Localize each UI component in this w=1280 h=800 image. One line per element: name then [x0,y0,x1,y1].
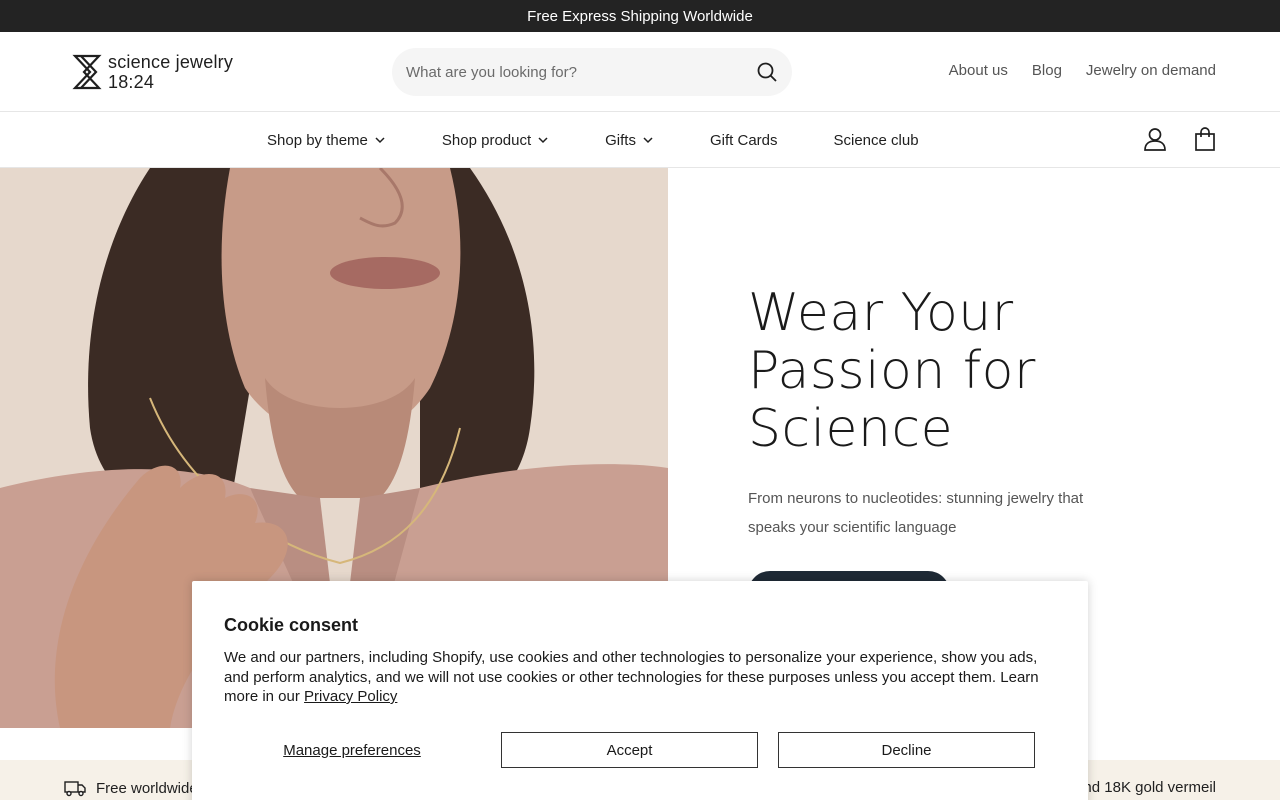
logo-line-2: 18:24 [108,72,155,92]
cookie-title: Cookie consent [224,615,359,635]
account-icon[interactable] [1142,126,1168,152]
nav-item-label: Gifts [605,131,636,149]
privacy-policy-link[interactable]: Privacy Policy [304,688,397,705]
announcement-bar: Free Express Shipping Worldwide [0,0,1280,32]
chevron-down-icon [538,137,548,144]
nav-item-gifts[interactable]: Gifts [605,132,654,149]
truck-icon [64,781,86,797]
nav-items: Shop by theme Shop product Gifts Gift Ca… [267,112,975,168]
benefit-material-text: nd 18K gold vermeil [1083,779,1216,796]
benefit-shipping: Free worldwide [64,779,198,797]
hero-title-line-1: Wear Your [748,283,1014,343]
cart-icon[interactable] [1192,126,1218,152]
search-icon[interactable] [756,61,778,83]
cookie-actions: Manage preferences Accept Decline [224,732,1036,768]
search-bar [392,48,792,96]
nav-item-shop-by-theme[interactable]: Shop by theme [267,132,386,149]
cookie-body: We and our partners, including Shopify, … [224,648,1054,707]
logo-text: science jewelry 18:24 [108,52,233,92]
nav-icons [1142,126,1218,152]
nav-item-label: Science club [833,131,919,149]
nav-item-science-club[interactable]: Science club [834,132,919,149]
nav-item-gift-cards[interactable]: Gift Cards [710,132,778,149]
nav-item-label: Gift Cards [709,131,778,149]
search-input[interactable] [406,48,746,96]
nav-item-label: Shop product [441,131,532,149]
jewelry-on-demand-link[interactable]: Jewelry on demand [1086,62,1216,79]
cookie-consent-dialog: Cookie consent We and our partners, incl… [192,581,1088,800]
announcement-text: Free Express Shipping Worldwide [527,7,753,25]
hero-subtitle: From neurons to nucleotides: stunning je… [748,490,1084,536]
logo-line-1: science jewelry [108,52,234,72]
header-links: About us Blog Jewelry on demand [949,62,1216,79]
accept-button[interactable]: Accept [501,732,758,768]
hero-title-highlight: Science [743,399,958,460]
manage-preferences-button[interactable]: Manage preferences [224,732,480,768]
blog-link[interactable]: Blog [1032,62,1062,79]
hero-text: Wear Your Passion for Science From neuro… [743,283,1208,542]
main-nav: Shop by theme Shop product Gifts Gift Ca… [0,112,1280,168]
hero-title: Wear Your Passion for Science [743,283,1208,460]
logo-mark-icon [72,54,102,90]
hero-title-line-2: Passion for [748,341,1036,401]
nav-item-label: Shop by theme [267,131,368,149]
site-header: science jewelry 18:24 About us Blog Jewe… [0,32,1280,112]
decline-button[interactable]: Decline [778,732,1035,768]
about-us-link[interactable]: About us [949,62,1008,79]
logo[interactable]: science jewelry 18:24 [72,52,233,92]
chevron-down-icon [375,137,385,144]
chevron-down-icon [643,137,653,144]
benefit-shipping-text: Free worldwide [96,779,198,797]
nav-item-shop-product[interactable]: Shop product [442,132,549,149]
